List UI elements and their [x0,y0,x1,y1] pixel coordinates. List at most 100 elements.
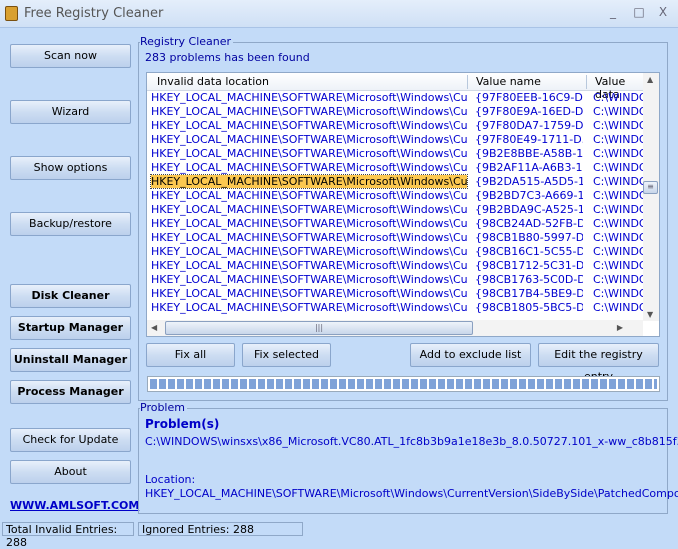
cell-value-data: C:\WINDO [593,245,643,258]
cell-location: HKEY_LOCAL_MACHINE\SOFTWARE\Microsoft\Wi… [151,119,467,132]
scan-now-button[interactable]: Scan now [10,44,131,68]
cell-location: HKEY_LOCAL_MACHINE\SOFTWARE\Microsoft\Wi… [151,301,467,314]
cell-location: HKEY_LOCAL_MACHINE\SOFTWARE\Microsoft\Wi… [150,174,468,189]
location-label: Location: [145,473,196,486]
column-value-name[interactable]: Value name [476,75,541,88]
cell-value-name: {9B2E8BBE-A58B-1... [475,147,583,160]
disk-cleaner-button[interactable]: Disk Cleaner [10,284,131,308]
cell-location: HKEY_LOCAL_MACHINE\SOFTWARE\Microsoft\Wi… [151,203,467,216]
cell-value-name: {98CB24AD-52FB-D... [475,217,583,230]
cell-value-name: {9B2DA515-A5D5-1... [475,175,583,188]
table-row[interactable]: HKEY_LOCAL_MACHINE\SOFTWARE\Microsoft\Wi… [147,301,643,315]
check-update-button[interactable]: Check for Update [10,428,131,452]
cell-value-data: C:\WINDO [593,231,643,244]
table-row[interactable]: HKEY_LOCAL_MACHINE\SOFTWARE\Microsoft\Wi… [147,287,643,301]
table-row[interactable]: HKEY_LOCAL_MACHINE\SOFTWARE\Microsoft\Wi… [147,245,643,259]
status-total: Total Invalid Entries: 288 [2,522,134,549]
scroll-up-icon[interactable]: ▲ [647,75,653,84]
maximize-button[interactable]: □ [631,5,647,19]
cell-location: HKEY_LOCAL_MACHINE\SOFTWARE\Microsoft\Wi… [151,273,467,286]
add-exclude-button[interactable]: Add to exclude list [410,343,531,367]
cell-location: HKEY_LOCAL_MACHINE\SOFTWARE\Microsoft\Wi… [151,259,467,272]
cell-value-data: C:\WINDO [593,161,643,174]
backup-restore-button[interactable]: Backup/restore [10,212,131,236]
status-ignored: Ignored Entries: 288 [138,522,303,536]
cell-location: HKEY_LOCAL_MACHINE\SOFTWARE\Microsoft\Wi… [151,105,467,118]
table-row[interactable]: HKEY_LOCAL_MACHINE\SOFTWARE\Microsoft\Wi… [147,203,643,217]
table-row[interactable]: HKEY_LOCAL_MACHINE\SOFTWARE\Microsoft\Wi… [147,161,643,175]
scroll-left-icon[interactable]: ◀ [151,323,157,332]
column-location[interactable]: Invalid data location [157,75,269,88]
problem-path: C:\WINDOWS\winsxs\x86_Microsoft.VC80.ATL… [145,435,678,448]
cell-value-data: C:\WINDO [593,273,643,286]
cell-location: HKEY_LOCAL_MACHINE\SOFTWARE\Microsoft\Wi… [151,245,467,258]
cell-value-data: C:\WINDO [593,259,643,272]
vertical-scrollbar[interactable]: ▲ ≡ ▼ [643,73,659,321]
cell-value-name: {97F80E49-1711-D... [475,133,583,146]
table-row[interactable]: HKEY_LOCAL_MACHINE\SOFTWARE\Microsoft\Wi… [147,189,643,203]
cell-value-name: {9B2BDA9C-A525-1... [475,203,583,216]
cell-value-data: C:\WINDO [593,91,643,104]
table-row[interactable]: HKEY_LOCAL_MACHINE\SOFTWARE\Microsoft\Wi… [147,231,643,245]
cell-value-data: C:\WINDO [593,119,643,132]
cell-value-data: C:\WINDO [593,287,643,300]
cell-value-data: C:\WINDO [593,175,643,188]
table-row[interactable]: HKEY_LOCAL_MACHINE\SOFTWARE\Microsoft\Wi… [147,259,643,273]
table-row[interactable]: HKEY_LOCAL_MACHINE\SOFTWARE\Microsoft\Wi… [147,174,643,189]
cell-value-data: C:\WINDO [593,217,643,230]
cell-value-name: {97F80DA7-1759-D... [475,119,583,132]
scroll-right-icon[interactable]: ▶ [617,323,623,332]
table-row[interactable]: HKEY_LOCAL_MACHINE\SOFTWARE\Microsoft\Wi… [147,217,643,231]
cell-location: HKEY_LOCAL_MACHINE\SOFTWARE\Microsoft\Wi… [151,147,467,160]
table-row[interactable]: HKEY_LOCAL_MACHINE\SOFTWARE\Microsoft\Wi… [147,105,643,119]
cell-value-name: {97F80EEB-16C9-D... [475,91,583,104]
progress-bar [147,376,660,392]
cell-location: HKEY_LOCAL_MACHINE\SOFTWARE\Microsoft\Wi… [151,133,467,146]
cell-location: HKEY_LOCAL_MACHINE\SOFTWARE\Microsoft\Wi… [151,161,467,174]
table-row[interactable]: HKEY_LOCAL_MACHINE\SOFTWARE\Microsoft\Wi… [147,133,643,147]
cell-value-data: C:\WINDO [593,133,643,146]
website-link[interactable]: WWW.AMLSOFT.COM [10,499,139,512]
problem-group-label: Problem [140,401,187,414]
scroll-down-icon[interactable]: ▼ [647,310,653,319]
cell-value-name: {9B2BD7C3-A669-1... [475,189,583,202]
close-button[interactable]: X [655,5,671,19]
process-manager-button[interactable]: Process Manager [10,380,131,404]
table-row[interactable]: HKEY_LOCAL_MACHINE\SOFTWARE\Microsoft\Wi… [147,273,643,287]
uninstall-manager-button[interactable]: Uninstall Manager [10,348,131,372]
problems-summary: 283 problems has been found [145,51,310,64]
show-options-button[interactable]: Show options [10,156,131,180]
cell-value-data: C:\WINDO [593,147,643,160]
horizontal-scrollbar[interactable]: ◀ ||| ▶ [147,320,643,336]
cell-value-data: C:\WINDO [593,189,643,202]
cell-value-name: {98CB1763-5C0D-D... [475,273,583,286]
cell-value-name: {98CB1B80-5997-D... [475,231,583,244]
app-icon [5,6,18,21]
group-label: Registry Cleaner [140,35,234,48]
fix-selected-button[interactable]: Fix selected [242,343,331,367]
table-row[interactable]: HKEY_LOCAL_MACHINE\SOFTWARE\Microsoft\Wi… [147,147,643,161]
table-row[interactable]: HKEY_LOCAL_MACHINE\SOFTWARE\Microsoft\Wi… [147,119,643,133]
startup-manager-button[interactable]: Startup Manager [10,316,131,340]
cell-location: HKEY_LOCAL_MACHINE\SOFTWARE\Microsoft\Wi… [151,217,467,230]
cell-value-name: {98CB16C1-5C55-D... [475,245,583,258]
progress-fill [150,379,657,389]
fix-all-button[interactable]: Fix all [146,343,235,367]
cell-location: HKEY_LOCAL_MACHINE\SOFTWARE\Microsoft\Wi… [151,287,467,300]
window-title: Free Registry Cleaner [24,6,164,21]
about-button[interactable]: About [10,460,131,484]
cell-value-name: {98CB17B4-5BE9-D... [475,287,583,300]
cell-location: HKEY_LOCAL_MACHINE\SOFTWARE\Microsoft\Wi… [151,91,467,104]
cell-value-data: C:\WINDO [593,203,643,216]
vertical-scroll-thumb[interactable]: ≡ [643,181,658,194]
table-row[interactable]: HKEY_LOCAL_MACHINE\SOFTWARE\Microsoft\Wi… [147,91,643,105]
cell-location: HKEY_LOCAL_MACHINE\SOFTWARE\Microsoft\Wi… [151,231,467,244]
horizontal-scroll-thumb[interactable]: ||| [165,321,473,335]
location-value: HKEY_LOCAL_MACHINE\SOFTWARE\Microsoft\Wi… [145,487,678,500]
cell-value-name: {97F80E9A-16ED-D... [475,105,583,118]
cell-value-name: {9B2AF11A-A6B3-1... [475,161,583,174]
wizard-button[interactable]: Wizard [10,100,131,124]
edit-registry-button[interactable]: Edit the registry entry [538,343,659,383]
results-list[interactable]: Invalid data location Value name Value d… [146,72,660,337]
minimize-button[interactable]: _ [605,5,621,19]
